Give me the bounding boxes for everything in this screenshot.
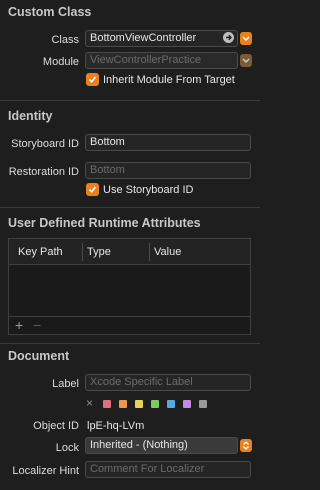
module-dropdown-button[interactable] — [240, 54, 252, 67]
object-id-label: Object ID — [33, 420, 79, 432]
use-storyboard-id-label: Use Storyboard ID — [103, 184, 194, 196]
object-id-value: lpE-hq-LVm — [87, 420, 145, 432]
localizer-hint-label: Localizer Hint — [12, 465, 79, 477]
class-label: Class — [51, 34, 79, 46]
divider — [0, 100, 260, 101]
class-field[interactable]: BottomViewController — [85, 30, 238, 47]
column-header-type[interactable]: Type — [87, 246, 111, 258]
section-title-runtime-attributes: User Defined Runtime Attributes — [8, 216, 201, 230]
label-label: Label — [52, 378, 79, 390]
label-color-swatch[interactable] — [103, 400, 111, 408]
label-color-swatch[interactable] — [183, 400, 191, 408]
clear-label-color-icon[interactable]: × — [86, 396, 93, 410]
inherit-module-label: Inherit Module From Target — [103, 74, 235, 86]
column-separator — [149, 243, 150, 261]
restoration-id-label: Restoration ID — [8, 166, 79, 178]
storyboard-id-label: Storyboard ID — [11, 138, 79, 150]
module-label: Module — [42, 56, 79, 68]
inherit-module-checkbox[interactable] — [86, 73, 99, 86]
class-navigate-arrow-icon[interactable] — [223, 32, 234, 43]
class-dropdown-button[interactable] — [240, 32, 252, 45]
add-attribute-button[interactable]: + — [15, 317, 23, 333]
divider — [0, 343, 260, 344]
runtime-attributes-table[interactable]: Key Path Type Value + − — [8, 238, 251, 335]
column-header-value[interactable]: Value — [154, 246, 181, 258]
lock-label: Lock — [55, 442, 79, 454]
column-separator — [82, 243, 83, 261]
column-header-key-path[interactable]: Key Path — [18, 246, 63, 258]
storyboard-id-field[interactable]: Bottom — [85, 134, 251, 151]
remove-attribute-button[interactable]: − — [33, 317, 41, 333]
xcode-label-field[interactable]: Xcode Specific Label — [85, 374, 251, 391]
label-color-swatch[interactable] — [151, 400, 159, 408]
label-color-swatch[interactable] — [167, 400, 175, 408]
table-header: Key Path Type Value — [9, 239, 250, 265]
lock-stepper-button[interactable] — [240, 439, 252, 452]
section-title-custom-class: Custom Class — [8, 5, 92, 19]
divider — [0, 207, 260, 208]
section-title-identity: Identity — [8, 109, 53, 123]
table-footer: + − — [9, 316, 250, 334]
label-color-swatch[interactable] — [135, 400, 143, 408]
label-color-swatch[interactable] — [199, 400, 207, 408]
localizer-hint-field[interactable]: Comment For Localizer — [85, 461, 251, 478]
restoration-id-field[interactable]: Bottom — [85, 162, 251, 179]
section-title-document: Document — [8, 349, 70, 363]
label-color-swatch[interactable] — [119, 400, 127, 408]
module-popup[interactable]: ViewControllerPractice — [85, 52, 238, 69]
lock-popup[interactable]: Inherited - (Nothing) — [85, 437, 238, 454]
use-storyboard-id-checkbox[interactable] — [86, 183, 99, 196]
